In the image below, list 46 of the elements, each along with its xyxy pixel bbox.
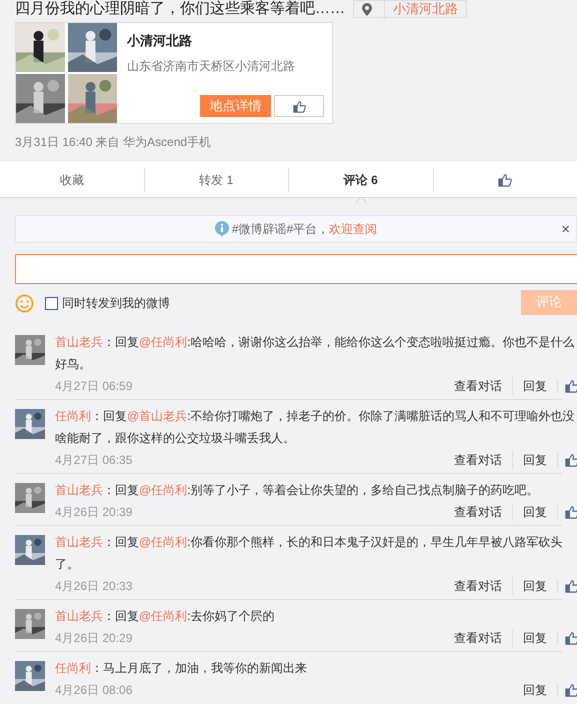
thumbs-up-icon[interactable] [565,505,577,519]
post-text: 四月份我的心理阴暗了，你们这些乘客等着吧…… [15,0,345,19]
tab[interactable]: 转发 1 [144,168,289,192]
comment-time: 4月26日 20:29 [55,630,132,647]
comment-action-link[interactable]: 回复 [512,503,547,521]
comment-text: 任尚利：回复@首山老兵:不给你打嘴炮了，掉老子的价。你除了满嘴脏话的骂人和不可理喻外也没啥能耐了，跟你这样的公交垃圾斗嘴丢我人。 [55,408,575,447]
comment-time: 4月26日 08:06 [55,682,132,699]
info-icon [214,221,229,237]
comment-action-link[interactable]: 回复 [523,681,547,699]
comment-action-link[interactable]: 回复 [512,577,547,595]
checkbox-label: 同时转发到我的微博 [62,295,170,312]
notice-text: #微博辟谣#平台， [232,221,330,238]
close-button[interactable]: × [561,222,570,236]
tab[interactable]: 收藏 [0,168,144,192]
map-pin-icon [362,2,372,16]
comment-text: 任尚利：马上月底了，加油，我等你的新闻出来 [55,660,308,677]
thumbs-up-icon[interactable] [565,579,577,593]
comment-action-link[interactable]: 回复 [512,451,547,469]
comment-action-link[interactable]: 查看对话 [454,629,502,647]
thumbs-up-icon[interactable] [565,453,577,467]
comment-action-link[interactable]: 查看对话 [454,377,502,395]
comment-time: 4月26日 20:39 [55,504,132,521]
comment-input[interactable] [15,254,577,284]
like-button[interactable] [274,95,324,117]
tab[interactable]: 评论 6 [289,168,434,192]
comment-action-link[interactable]: 回复 [512,629,547,647]
comment-text: 首山老兵：回复@任尚利:你看你那个熊样，长的和日本鬼子汉奸是的，早生几年早被八路军砍头了。 [55,534,564,573]
checkbox[interactable] [45,296,58,310]
comment-action-link[interactable]: 查看对话 [454,503,502,521]
comment-time: 4月27日 06:35 [55,452,132,469]
thumbs-up-icon[interactable] [565,631,577,645]
comment-action-link[interactable]: 查看对话 [454,577,502,595]
thumbs-up-icon[interactable] [565,683,577,697]
comment-time: 4月26日 20:33 [55,578,132,595]
comment-text: 首山老兵：回复@任尚利:别等了小子，等着会让你失望的，多给自己找点制脑子的药吃吧。 [55,482,540,499]
comment-action-link[interactable]: 查看对话 [454,451,502,469]
thumbs-up-icon [498,172,512,186]
comment-time: 4月27日 06:59 [55,378,132,395]
place-name: 小清河北路 [127,32,193,50]
thumbs-up-icon[interactable] [565,379,577,393]
comment-text: 首山老兵：回复@任尚利:哈哈哈，谢谢你这么抬举，能给你这么个变态啦啦挺过瘾。你也不是什么好鸟。 [55,334,575,373]
post-meta: 3月31日 16:40 来自 华为Ascend手机 [15,134,212,150]
thumbs-up-icon [292,100,306,112]
place-address: 山东省济南市天桥区小清河北路 [127,58,296,74]
comment-action-link[interactable]: 回复 [512,377,547,395]
comment-text: 首山老兵：回复@任尚利:去你妈了个屄的 [55,608,276,625]
